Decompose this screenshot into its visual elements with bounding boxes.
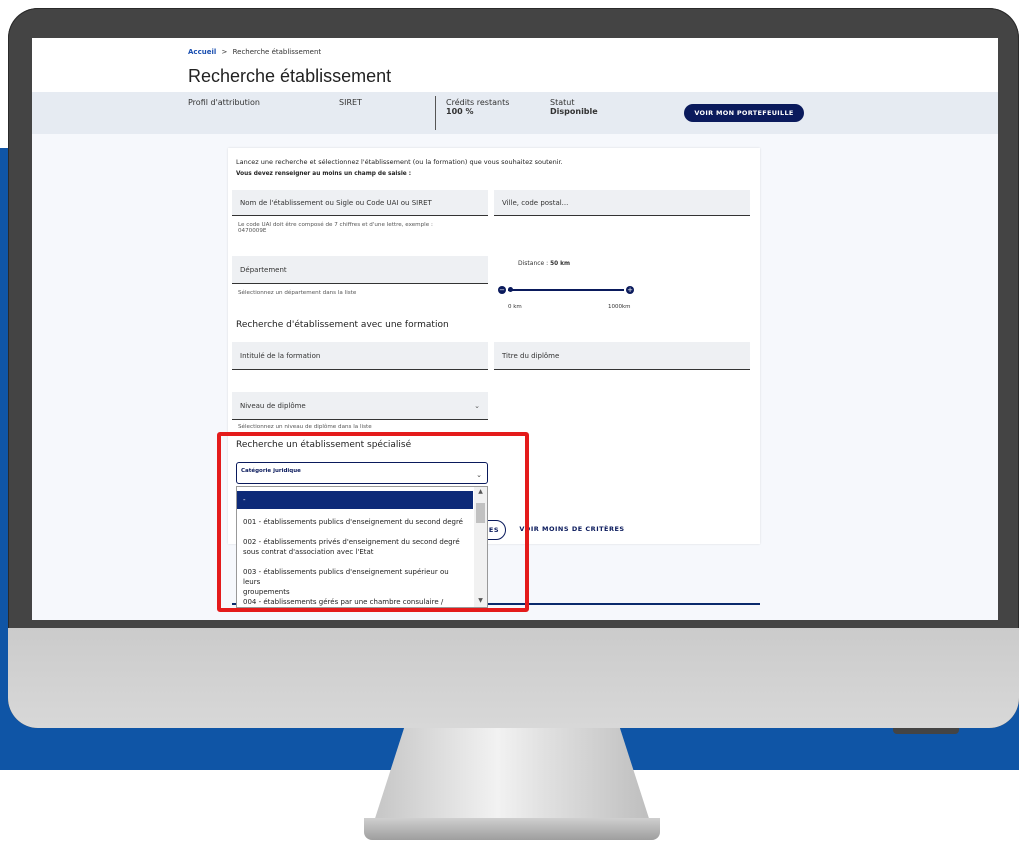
- siret-label: SIRET: [339, 98, 362, 107]
- distance-slider-track[interactable]: [508, 289, 624, 291]
- statut-value: Disponible: [550, 107, 598, 116]
- breadcrumb-home-link[interactable]: Accueil: [188, 48, 216, 56]
- intro-text: Lancez une recherche et sélectionnez l'é…: [236, 158, 563, 166]
- info-divider: [435, 96, 436, 130]
- distance-value: 50 km: [550, 261, 571, 267]
- credits-value: 100 %: [446, 107, 474, 116]
- name-help-example: 0470009E: [238, 228, 267, 234]
- monitor-chin: [8, 628, 1019, 728]
- name-help: Le code UAI doit être composé de 7 chiff…: [238, 222, 433, 234]
- formation-section-title: Recherche d'établissement avec une forma…: [236, 320, 449, 330]
- distance-increase-icon[interactable]: +: [626, 286, 634, 294]
- diplome-title-input[interactable]: Titre du diplôme: [494, 342, 750, 370]
- credits-block: Crédits restants 100 %: [446, 98, 509, 116]
- name-input[interactable]: Nom de l'établissement ou Sigle ou Code …: [232, 190, 488, 216]
- statut-block: Statut Disponible: [550, 98, 598, 116]
- departement-select-label: Département: [240, 266, 287, 274]
- breadcrumb: Accueil > Recherche établissement: [188, 48, 321, 56]
- monitor-foot-shadow: [893, 728, 959, 734]
- required-note: Vous devez renseigner au moins un champ …: [236, 171, 412, 177]
- city-input[interactable]: Ville, code postal...: [494, 190, 750, 216]
- distance-min: 0 km: [508, 304, 522, 310]
- wallet-button[interactable]: VOIR MON PORTEFEUILLE: [684, 104, 804, 122]
- info-bar: [32, 92, 998, 134]
- name-help-text: Le code UAI doit être composé de 7 chiff…: [238, 222, 433, 228]
- departement-help: Sélectionnez un département dans la list…: [238, 290, 357, 296]
- distance-slider-handle[interactable]: [508, 287, 513, 292]
- monitor-base: [364, 818, 660, 840]
- niveau-select[interactable]: Niveau de diplôme ⌄: [232, 392, 488, 420]
- profil-label: Profil d'attribution: [188, 98, 260, 107]
- credits-label: Crédits restants: [446, 98, 510, 107]
- breadcrumb-separator: >: [221, 48, 228, 56]
- formation-input[interactable]: Intitulé de la formation: [232, 342, 488, 370]
- less-criteria-button[interactable]: VOIR MOINS DE CRITÈRES: [514, 520, 630, 538]
- distance-label-text: Distance :: [518, 260, 549, 267]
- page-title: Recherche établissement: [188, 66, 392, 86]
- page-header: [32, 38, 998, 92]
- statut-label: Statut: [550, 98, 575, 107]
- departement-select[interactable]: Département: [232, 256, 488, 284]
- niveau-select-label: Niveau de diplôme: [240, 402, 306, 410]
- niveau-help: Sélectionnez un niveau de diplôme dans l…: [238, 424, 372, 430]
- chevron-down-icon: ⌄: [474, 401, 480, 410]
- distance-decrease-icon[interactable]: −: [498, 286, 506, 294]
- breadcrumb-current: Recherche établissement: [232, 48, 322, 56]
- distance-max: 1000km: [608, 304, 631, 310]
- highlight-box: [217, 432, 529, 612]
- distance-label: Distance : 50 km: [518, 260, 570, 267]
